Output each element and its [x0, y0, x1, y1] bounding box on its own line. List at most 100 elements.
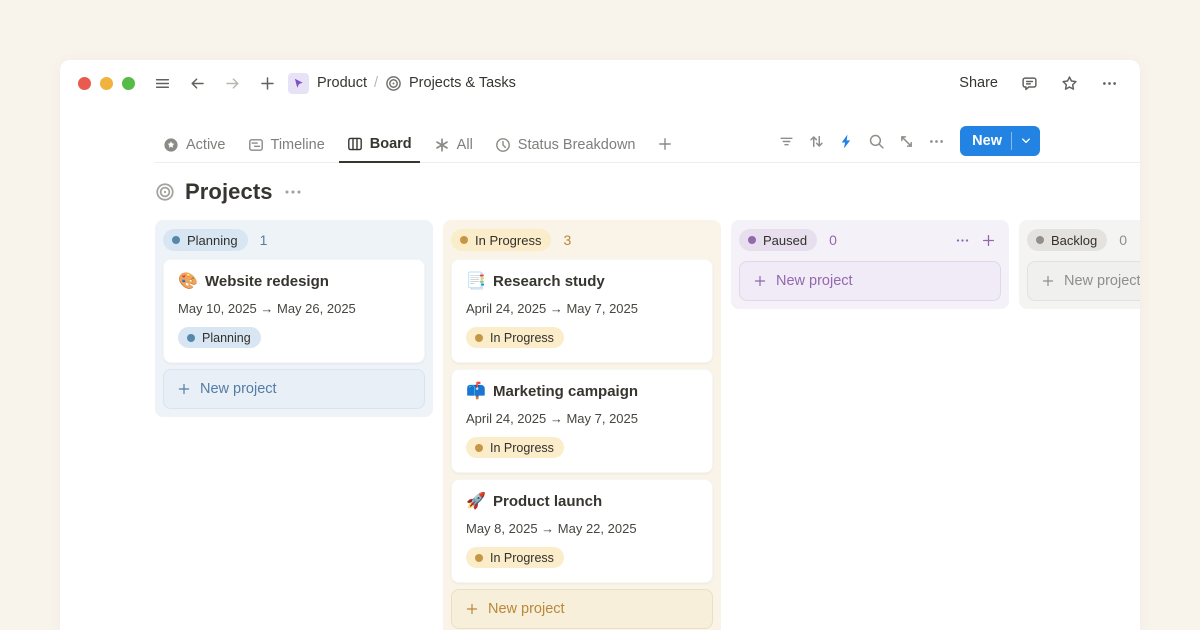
status-badge: In Progress [466, 547, 564, 568]
plus-icon [657, 136, 673, 152]
star-icon [1061, 75, 1078, 92]
tab-board[interactable]: Board [339, 131, 420, 163]
more-icon [1101, 75, 1118, 92]
cursor-icon [292, 77, 305, 90]
pie-icon [495, 137, 511, 153]
card-marketing-campaign[interactable]: 📫 Marketing campaign April 24, 2025 → Ma… [451, 369, 713, 473]
column-name: Backlog [1051, 233, 1097, 248]
card-status: Planning [178, 327, 410, 348]
status-label: In Progress [490, 441, 554, 455]
zoom-window-button[interactable] [122, 77, 135, 90]
board: Planning 1 🎨 Website redesign May 10, 20… [155, 220, 1140, 630]
column-name: Planning [187, 233, 238, 248]
share-button[interactable]: Share [955, 73, 1002, 93]
breadcrumb-page[interactable]: Projects & Tasks [409, 75, 516, 91]
more-options-button[interactable] [1096, 70, 1122, 96]
column-status-pill[interactable]: Paused [739, 229, 817, 251]
status-label: Planning [202, 331, 251, 345]
back-button[interactable] [184, 70, 210, 96]
column-planning: Planning 1 🎨 Website redesign May 10, 20… [155, 220, 433, 417]
column-name: In Progress [475, 233, 541, 248]
page-title-row: Projects [155, 177, 1140, 207]
tab-label: Active [186, 137, 226, 153]
new-project-button[interactable]: New project [1027, 261, 1140, 301]
zap-button[interactable] [834, 129, 859, 154]
status-dot-icon [1036, 236, 1044, 244]
card-status: In Progress [466, 437, 698, 458]
plus-icon [259, 75, 276, 92]
card-title-row: 🚀 Product launch [466, 493, 698, 510]
card-research-study[interactable]: 📑 Research study April 24, 2025 → May 7,… [451, 259, 713, 363]
column-header: Backlog 0 [1027, 229, 1140, 259]
page-title[interactable]: Projects [185, 179, 273, 205]
column-add-button[interactable] [977, 229, 999, 251]
minimize-window-button[interactable] [100, 77, 113, 90]
target-icon [155, 182, 175, 202]
card-website-redesign[interactable]: 🎨 Website redesign May 10, 2025 → May 26… [163, 259, 425, 363]
new-page-button[interactable] [254, 70, 280, 96]
arrow-left-icon [189, 75, 206, 92]
column-in-progress: In Progress 3 📑 Research study April 24,… [443, 220, 721, 630]
status-label: In Progress [490, 551, 554, 565]
new-project-label: New project [488, 601, 565, 617]
more-icon [928, 133, 945, 150]
sort-icon [808, 133, 825, 150]
filter-button[interactable] [774, 129, 799, 154]
column-menu-button[interactable] [951, 229, 973, 251]
sidebar-toggle-button[interactable] [149, 70, 175, 96]
breadcrumb-workspace[interactable]: Product [317, 75, 367, 91]
status-dot-icon [748, 236, 756, 244]
new-project-button[interactable]: New project [739, 261, 1001, 301]
column-header: Planning 1 [163, 229, 425, 259]
view-actions: New [774, 126, 1040, 162]
card-date-range: May 10, 2025 → May 26, 2025 [178, 301, 410, 316]
forward-button[interactable] [219, 70, 245, 96]
breadcrumb-separator: / [374, 75, 378, 91]
card-title: Marketing campaign [493, 383, 638, 400]
new-project-button[interactable]: New project [451, 589, 713, 629]
column-backlog: Backlog 0 New project [1019, 220, 1140, 309]
card-status: In Progress [466, 327, 698, 348]
card-title: Research study [493, 273, 605, 290]
card-title-row: 📑 Research study [466, 273, 698, 290]
add-view-button[interactable] [649, 131, 681, 162]
tab-all[interactable]: All [426, 132, 481, 162]
new-button[interactable]: New [960, 126, 1040, 156]
board-icon [347, 136, 363, 152]
column-status-pill[interactable]: Backlog [1027, 229, 1107, 251]
tab-active[interactable]: Active [155, 132, 234, 162]
asterisk-icon [434, 137, 450, 153]
status-badge: Planning [178, 327, 261, 348]
status-dot-icon [460, 236, 468, 244]
card-product-launch[interactable]: 🚀 Product launch May 8, 2025 → May 22, 2… [451, 479, 713, 583]
favorite-button[interactable] [1056, 70, 1082, 96]
search-button[interactable] [864, 129, 889, 154]
tab-timeline[interactable]: Timeline [240, 132, 333, 162]
title-menu-button[interactable] [283, 182, 303, 202]
new-project-button[interactable]: New project [163, 369, 425, 409]
column-status-pill[interactable]: In Progress [451, 229, 551, 251]
card-title-row: 📫 Marketing campaign [466, 383, 698, 400]
expand-button[interactable] [894, 129, 919, 154]
sort-button[interactable] [804, 129, 829, 154]
comments-button[interactable] [1016, 70, 1042, 96]
close-window-button[interactable] [78, 77, 91, 90]
window-controls [78, 77, 135, 90]
more-button[interactable] [924, 129, 949, 154]
workspace-icon[interactable] [288, 73, 309, 94]
column-count: 0 [829, 232, 837, 248]
target-icon [385, 75, 402, 92]
chevron-down-icon [1020, 135, 1032, 147]
status-label: In Progress [490, 331, 554, 345]
column-header: In Progress 3 [451, 229, 713, 259]
column-header-actions [951, 229, 999, 251]
new-button-caret[interactable] [1012, 126, 1040, 156]
tab-label: All [457, 137, 473, 153]
column-status-pill[interactable]: Planning [163, 229, 248, 251]
website-redesign-emoji-icon: 🎨 [178, 274, 196, 290]
zap-icon [838, 133, 855, 150]
comment-icon [1021, 75, 1038, 92]
tab-label: Timeline [271, 137, 325, 153]
tab-status-breakdown[interactable]: Status Breakdown [487, 132, 644, 162]
star-circle-icon [163, 137, 179, 153]
